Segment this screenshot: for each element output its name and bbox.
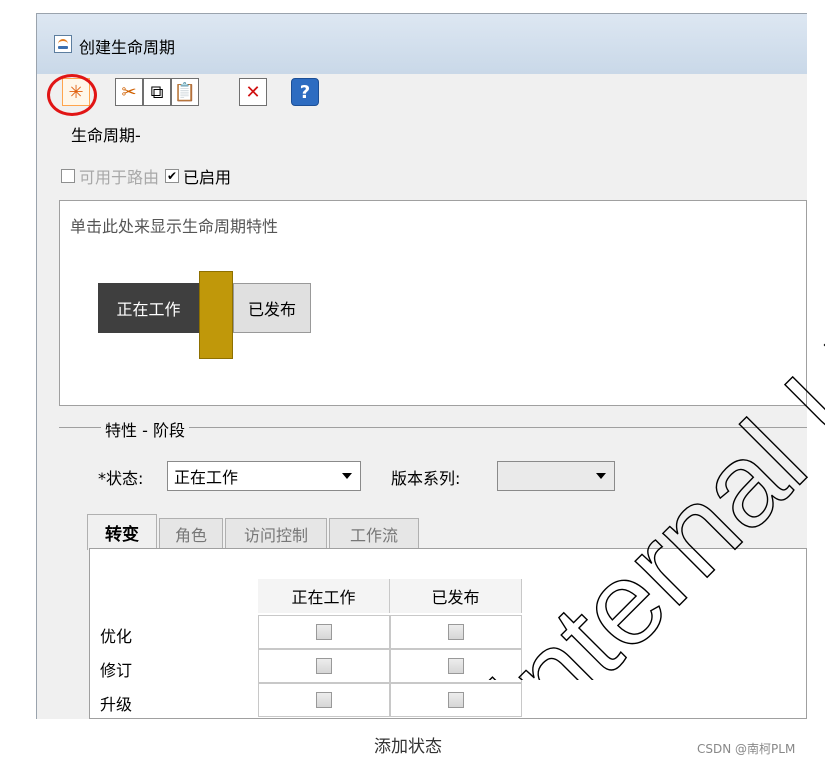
state-value: 正在工作 — [174, 468, 239, 487]
title-bar: 创建生命周期 — [37, 14, 807, 74]
source-credit: CSDN @南柯PLM — [697, 742, 796, 756]
delete-x-icon: ✕ — [245, 81, 261, 103]
tab-transitions[interactable]: 转变 — [87, 514, 157, 550]
copy-icon: ⧉ — [150, 81, 164, 103]
tab-access-control[interactable]: 访问控制 — [225, 518, 327, 548]
checkbox[interactable] — [448, 658, 464, 674]
checkbox[interactable] — [316, 624, 332, 640]
checkmark-icon: ✔ — [166, 169, 178, 183]
transition-checkbox-cell[interactable] — [258, 683, 390, 717]
help-question-icon: ? — [299, 81, 311, 103]
transitions-table: 正在工作 已发布 优化 修订 升级 — [89, 548, 807, 719]
tab-workflow[interactable]: 工作流 — [329, 518, 419, 548]
scissors-icon: ✂ — [121, 81, 137, 103]
checkbox[interactable] — [316, 658, 332, 674]
copy-button[interactable]: ⧉ — [143, 78, 171, 106]
figure-caption: 添加状态 — [374, 737, 442, 757]
options-row: 可用于路由 ✔ 已启用 — [61, 164, 237, 188]
routing-label: 可用于路由 — [79, 168, 160, 187]
checkbox[interactable] — [316, 692, 332, 708]
phase-gate[interactable] — [199, 271, 233, 359]
state-label: *状态: — [98, 469, 144, 488]
phase-group-title: 特性 - 阶段 — [101, 417, 189, 441]
transition-checkbox-cell[interactable] — [390, 649, 522, 683]
series-label: 版本系列: — [391, 469, 461, 488]
column-header: 已发布 — [390, 579, 522, 613]
row-label: 修订 — [100, 661, 133, 680]
transition-checkbox-cell[interactable] — [390, 615, 522, 649]
chevron-down-icon — [596, 473, 606, 479]
cut-button[interactable]: ✂ — [115, 78, 143, 106]
transition-checkbox-cell[interactable] — [390, 683, 522, 717]
java-app-icon — [54, 35, 72, 53]
properties-hint: 单击此处来显示生命周期特性 — [70, 217, 279, 236]
lifecycle-diagram-panel[interactable]: 单击此处来显示生命周期特性 正在工作 已发布 — [59, 200, 807, 406]
chevron-down-icon — [342, 473, 352, 479]
checkbox[interactable] — [448, 624, 464, 640]
phase-released[interactable]: 已发布 — [233, 283, 311, 333]
delete-button[interactable]: ✕ — [239, 78, 267, 106]
paste-icon: 📋 — [173, 81, 197, 103]
lifecycle-name-label: 生命周期- — [71, 126, 141, 145]
row-label: 升级 — [100, 695, 133, 714]
enabled-label: 已启用 — [183, 168, 232, 187]
series-dropdown[interactable] — [497, 461, 615, 491]
window-title: 创建生命周期 — [79, 38, 176, 57]
checkbox[interactable] — [448, 692, 464, 708]
lifecycle-dialog: 创建生命周期 ✳ ✂ ⧉ 📋 ✕ ? 生命周期- 可用于路由 ✔ 已启用 单击此… — [36, 13, 807, 719]
row-label: 优化 — [100, 627, 133, 646]
phase-working[interactable]: 正在工作 — [98, 283, 199, 333]
transition-checkbox-cell[interactable] — [258, 615, 390, 649]
state-dropdown[interactable]: 正在工作 — [167, 461, 361, 491]
transition-checkbox-cell[interactable] — [258, 649, 390, 683]
help-button[interactable]: ? — [291, 78, 319, 106]
routing-checkbox[interactable] — [61, 169, 75, 183]
tab-roles[interactable]: 角色 — [159, 518, 223, 548]
column-header: 正在工作 — [258, 579, 390, 613]
enabled-checkbox[interactable]: ✔ — [165, 169, 180, 183]
highlight-ring — [47, 74, 97, 116]
paste-button[interactable]: 📋 — [171, 78, 199, 106]
